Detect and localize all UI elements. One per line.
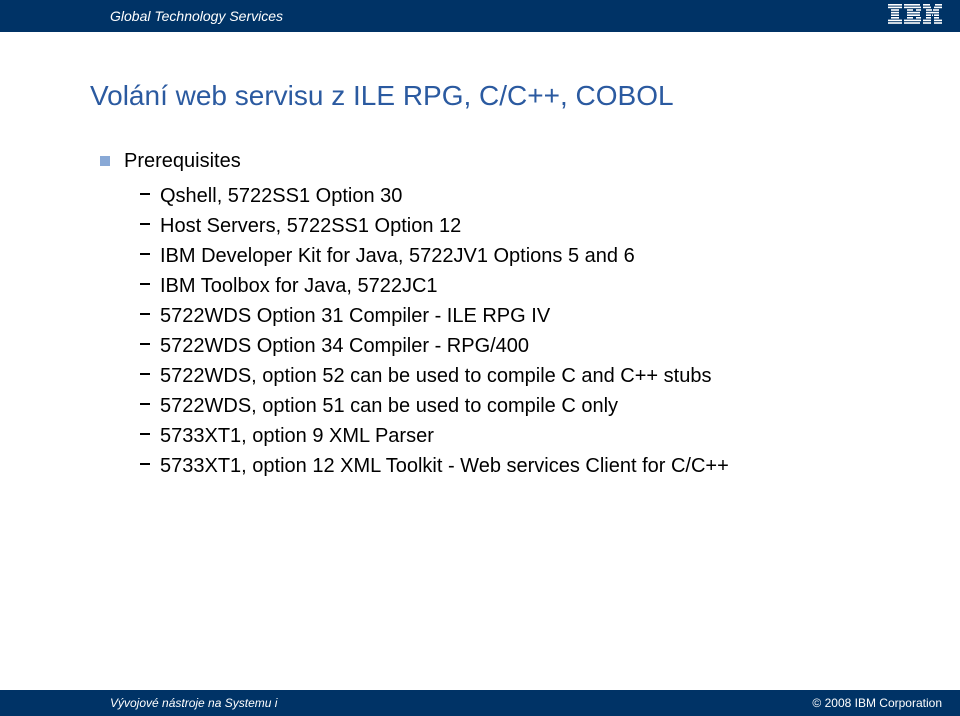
list-item: Host Servers, 5722SS1 Option 12 — [160, 211, 900, 241]
list-item: 5733XT1, option 9 XML Parser — [160, 421, 900, 451]
footer-right-text: © 2008 IBM Corporation — [812, 696, 942, 710]
list-item: IBM Developer Kit for Java, 5722JV1 Opti… — [160, 241, 900, 271]
section-heading: Prerequisites — [124, 150, 900, 173]
list-item: Qshell, 5722SS1 Option 30 — [160, 181, 900, 211]
header-title: Global Technology Services — [110, 8, 283, 24]
list-item: IBM Toolbox for Java, 5722JC1 — [160, 271, 900, 301]
slide-title: Volání web servisu z ILE RPG, C/C++, COB… — [90, 80, 900, 112]
footer-left-text: Vývojové nástroje na Systemu i — [110, 696, 277, 710]
list-item: 5722WDS Option 31 Compiler - ILE RPG IV — [160, 301, 900, 331]
slide-content: Volání web servisu z ILE RPG, C/C++, COB… — [90, 80, 900, 481]
slide-header: Global Technology Services — [0, 0, 960, 32]
ibm-logo-icon — [888, 4, 942, 29]
list-item: 5722WDS, option 51 can be used to compil… — [160, 391, 900, 421]
list-item: 5722WDS, option 52 can be used to compil… — [160, 361, 900, 391]
slide-footer: Vývojové nástroje na Systemu i © 2008 IB… — [0, 690, 960, 716]
list-item: 5733XT1, option 12 XML Toolkit - Web ser… — [160, 451, 900, 481]
list-item: 5722WDS Option 34 Compiler - RPG/400 — [160, 331, 900, 361]
